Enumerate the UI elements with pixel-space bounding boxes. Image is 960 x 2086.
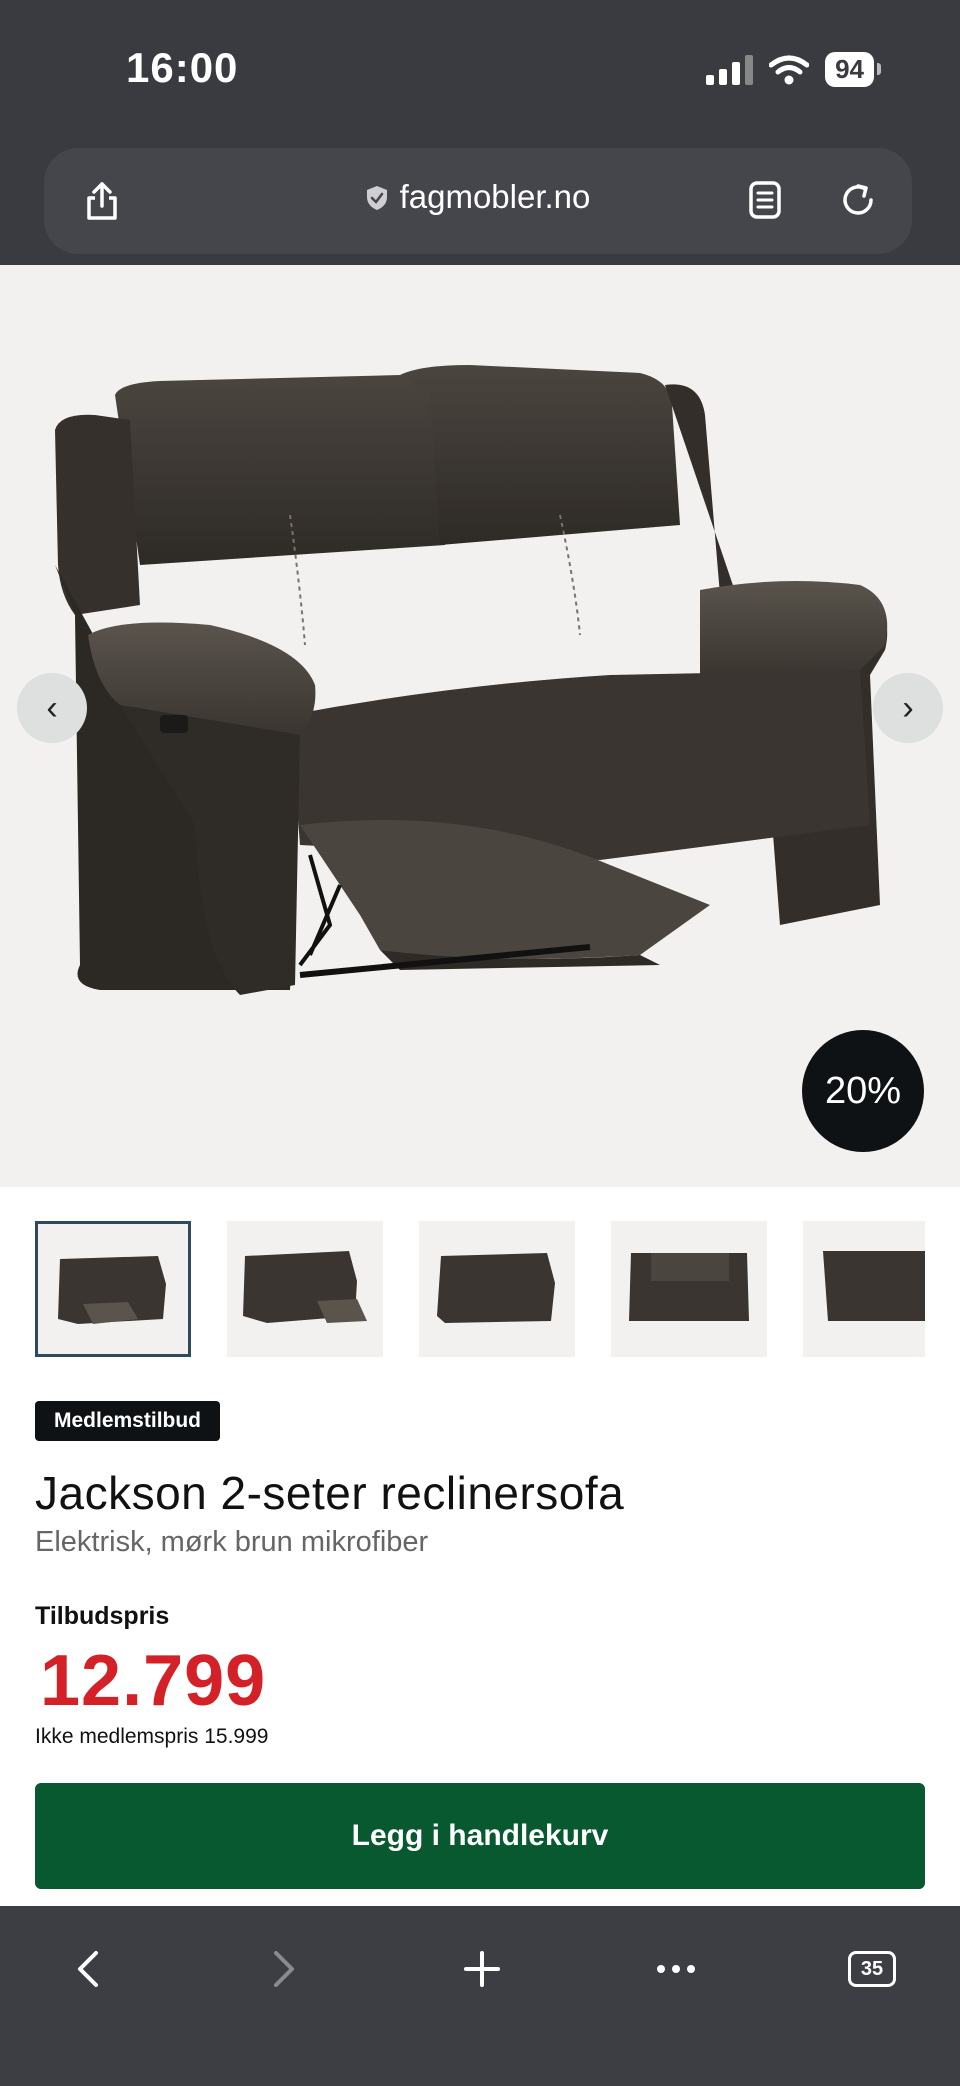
thumbnail-4[interactable] — [611, 1221, 767, 1357]
product-photo-sofa — [55, 365, 888, 995]
carousel-next-button[interactable]: › — [873, 673, 943, 743]
shield-icon — [366, 186, 387, 210]
carousel-prev-button[interactable]: ‹ — [17, 673, 87, 743]
member-offer-tag: Medlemstilbud — [35, 1401, 221, 1441]
thumbnail-image — [823, 1251, 925, 1321]
url-bar[interactable]: fagmobler.no — [44, 148, 912, 254]
product-image[interactable]: ‹ › 20% — [0, 265, 960, 1187]
forward-button[interactable] — [254, 1944, 314, 1994]
add-to-cart-button[interactable]: Legg i handlekurv — [35, 1783, 925, 1889]
thumbnail-image — [629, 1253, 749, 1321]
thumbnail-2[interactable] — [227, 1221, 383, 1357]
more-button[interactable] — [646, 1944, 706, 1994]
offer-price: 12.799 — [40, 1641, 267, 1721]
wifi-icon — [769, 55, 810, 84]
status-icons: 94 — [706, 52, 881, 87]
reader-icon[interactable] — [748, 180, 782, 220]
chevron-left-icon: ‹ — [46, 688, 58, 727]
signal-icon — [706, 54, 754, 85]
chevron-right-icon: › — [902, 688, 914, 727]
browser-bottom-toolbar: 35 — [0, 1906, 960, 2086]
new-tab-button[interactable] — [452, 1944, 512, 1994]
tabs-count: 35 — [848, 1951, 896, 1987]
status-time: 16:00 — [126, 44, 239, 91]
thumbnail-1[interactable] — [35, 1221, 191, 1357]
reload-icon[interactable] — [838, 180, 878, 220]
product-title: Jackson 2-seter reclinersofa — [35, 1467, 625, 1519]
product-subtitle: Elektrisk, mørk brun mikrofiber — [35, 1526, 429, 1558]
thumbnail-image — [58, 1256, 166, 1324]
url-text: fagmobler.no — [399, 178, 591, 215]
tabs-button[interactable]: 35 — [842, 1944, 902, 1994]
back-button[interactable] — [58, 1944, 118, 1994]
browser-top-chrome: 16:00 94 fagmobler.no — [0, 0, 960, 265]
thumbnail-strip[interactable] — [35, 1221, 925, 1359]
back-icon — [78, 1951, 98, 1987]
battery-indicator: 94 — [825, 52, 881, 87]
plus-icon — [464, 1951, 500, 1987]
more-icon — [657, 1965, 695, 1973]
thumbnail-image — [243, 1251, 367, 1323]
discount-badge: 20% — [802, 1030, 924, 1152]
thumbnail-image — [437, 1253, 555, 1323]
regular-price: Ikke medlemspris 15.999 — [35, 1725, 269, 1748]
price-label: Tilbudspris — [35, 1602, 170, 1630]
thumbnail-5[interactable] — [803, 1221, 925, 1357]
forward-icon — [274, 1951, 294, 1987]
thumbnail-3[interactable] — [419, 1221, 575, 1357]
